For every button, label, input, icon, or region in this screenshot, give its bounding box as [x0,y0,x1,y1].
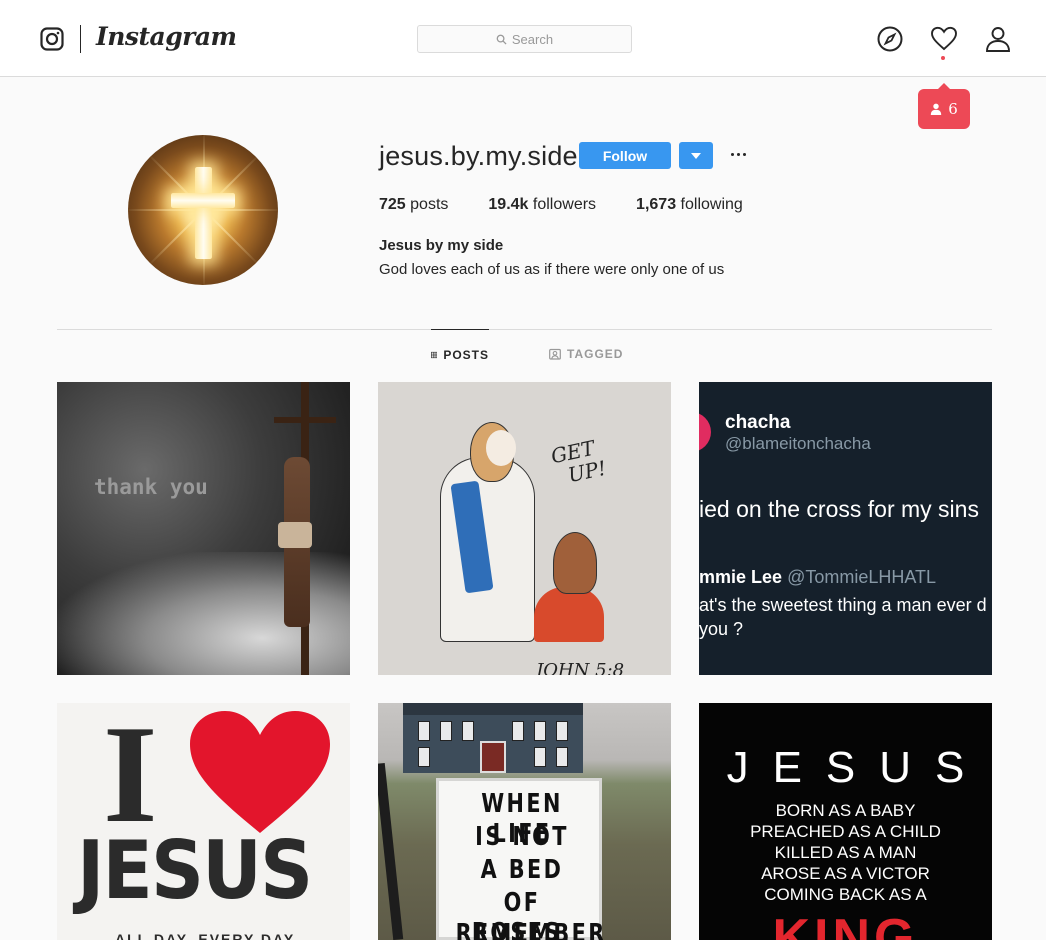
poster-line: BORN AS A BABY [775,801,916,820]
reply-name: mmie Lee @TommieLHHATL [699,567,936,588]
profile-avatar[interactable] [128,135,278,285]
house-window [512,721,524,741]
verse-text: JOHN 5:8 [536,660,625,675]
house-window [418,721,430,741]
tab-divider [57,329,992,330]
more-options-button[interactable] [727,144,749,164]
post-thumbnail[interactable]: GET UP! JOHN 5:8 [378,382,671,675]
light-ray [128,209,204,211]
compass-icon[interactable] [876,25,904,53]
house-roof [403,703,583,715]
letter-board-sign: WHEN LIFE IS NOT A BED OF ROSES, REMEMBE… [436,778,607,940]
tweet-handle: @blameitonchacha [725,434,871,453]
stat-label: following [680,196,743,213]
ellipsis-dot [742,152,746,156]
stat-posts: 725 posts [379,196,448,214]
reply-text: you ? [699,619,744,639]
follow-button[interactable]: Follow [579,142,671,169]
house-window [418,747,430,767]
search-placeholder: Search [511,31,554,47]
activity-dot [941,56,945,60]
tweet-text: ied on the cross for my sins [699,496,979,522]
girl-head-drawing [553,532,597,594]
king-word: KING [772,909,919,940]
notification-bubble[interactable]: 6 [918,83,970,129]
stat-label: posts [410,196,449,213]
tweet-name: chacha [725,412,791,433]
profile-username: jesus.by.my.side [379,141,578,171]
stat-label: followers [532,196,597,213]
profile-stats: 725 posts 19.4k followers 1,673 followin… [379,196,783,214]
search-icon [496,34,507,45]
chevron-down-icon [691,152,701,159]
girl-dress-drawing [534,587,604,642]
post-thumbnail[interactable]: I JESUS ALL DAY, EVERY DAY [57,703,350,940]
house-window [534,747,546,767]
house-window [440,721,452,741]
profile-full-name: Jesus by my side [379,237,504,254]
crucifix-cloth [278,522,312,548]
instagram-glyph-icon[interactable] [40,27,64,51]
post-caption-text: thank you [94,475,208,499]
search-input[interactable]: Search [417,25,632,53]
house-window [556,721,568,741]
sign-line: A BED [480,855,564,885]
cross-horizontal [171,193,235,208]
instagram-wordmark[interactable]: Instagram [96,22,237,51]
stat-value: 19.4k [488,196,529,213]
tag-icon [549,348,561,360]
jesus-word: JESUS [77,824,313,917]
house-window [556,747,568,767]
house-window [534,721,546,741]
post-thumbnail[interactable]: chacha @blameitonchacha ied on the cross… [699,382,992,675]
cross-beam [274,417,336,423]
nav-divider [80,25,81,53]
stat-value: 725 [379,196,406,213]
ellipsis-dot [736,152,740,156]
red-heart-icon [190,711,330,833]
stat-followers[interactable]: 19.4k followers [488,196,596,214]
cross-vertical [195,167,212,259]
house-door [480,741,506,773]
sign-line: IS NOT [475,822,569,852]
top-nav: Instagram Search [0,0,1046,77]
reply-handle: @TommieLHHATL [787,567,937,587]
tab-label: POSTS [443,347,489,362]
poster-line: PREACHED AS A CHILD [750,822,941,841]
tab-posts[interactable]: POSTS [431,329,489,379]
ellipsis-dot [730,152,734,156]
light-ray [204,209,278,211]
profile-bio: God loves each of us as if there were on… [379,261,725,278]
suggestions-dropdown-button[interactable] [679,142,713,169]
sign-pole [378,762,404,940]
sign-line: REMEMBER [455,919,607,940]
reply-display-name: mmie Lee [699,567,783,587]
post-thumbnail[interactable]: WHEN LIFE IS NOT A BED OF ROSES, REMEMBE… [378,703,671,940]
poster-line: COMING BACK AS A [764,885,927,904]
user-icon[interactable] [984,25,1012,53]
jesus-face-drawing [486,430,516,466]
tweet-avatar [699,412,711,452]
handwritten-text: GET UP! [549,435,609,489]
house-window [462,721,474,741]
tab-label: TAGGED [567,347,624,361]
post-thumbnail[interactable]: thank you [57,382,350,675]
tab-tagged[interactable]: TAGGED [549,329,623,379]
person-icon [931,103,942,115]
post-thumbnail[interactable]: JESUS BORN AS A BABY PREACHED AS A CHILD… [699,703,992,940]
stat-value: 1,673 [636,196,677,213]
poster-line: KILLED AS A MAN [774,843,917,862]
heart-icon[interactable] [930,25,958,53]
grid-icon [431,351,438,358]
poster-line: AROSE AS A VICTOR [761,864,930,883]
notification-count: 6 [948,100,958,118]
jesus-title: JESUS [726,743,989,792]
sub-text: ALL DAY, EVERY DAY [115,931,296,940]
stat-following[interactable]: 1,673 following [636,196,743,214]
reply-text: at's the sweetest thing a man ever d [699,595,987,615]
